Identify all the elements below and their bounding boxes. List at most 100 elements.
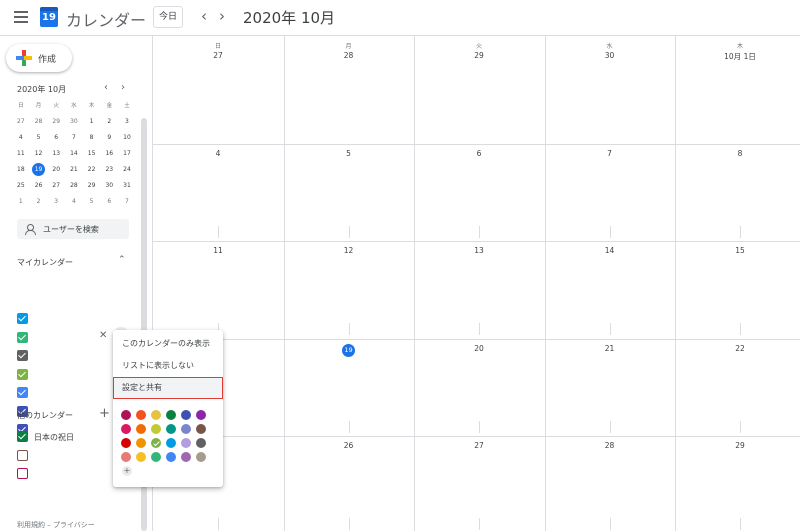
day-number[interactable]: 15 (675, 246, 800, 255)
day-number[interactable]: 13 (414, 246, 544, 255)
day-number[interactable]: 5 (284, 149, 414, 158)
other-calendars-title[interactable]: 他のカレンダー (17, 410, 73, 421)
mini-day[interactable]: 14 (65, 146, 83, 162)
color-swatch[interactable] (121, 410, 131, 420)
mini-day[interactable]: 29 (83, 178, 101, 194)
mini-day[interactable]: 5 (30, 130, 48, 146)
day-number[interactable]: 19 (284, 344, 414, 357)
color-swatch[interactable] (136, 410, 146, 420)
day-number[interactable]: 30 (545, 51, 675, 60)
day-number[interactable]: 12 (284, 246, 414, 255)
color-swatch[interactable] (181, 438, 191, 448)
day-number[interactable]: 20 (414, 344, 544, 353)
chevron-right-icon[interactable]: › (215, 7, 229, 25)
day-number[interactable]: 7 (545, 149, 675, 158)
calendar-checkbox[interactable] (17, 387, 28, 398)
day-number[interactable]: 27 (153, 51, 283, 60)
mini-day[interactable]: 15 (83, 146, 101, 162)
mini-prev-icon[interactable]: ‹ (104, 82, 108, 93)
people-search[interactable]: ユーザーを検索 (17, 219, 129, 239)
mini-day[interactable]: 26 (30, 178, 48, 194)
my-calendars-title[interactable]: マイカレンダー (17, 257, 73, 268)
day-number[interactable]: 10月 1日 (675, 51, 800, 62)
day-number[interactable]: 6 (414, 149, 544, 158)
color-swatch[interactable] (151, 438, 161, 448)
menu-item-hide-from-list[interactable]: リストに表示しない (113, 355, 223, 377)
day-number[interactable]: 29 (675, 441, 800, 450)
today-button[interactable]: 今日 (153, 6, 183, 28)
day-number[interactable]: 29 (414, 51, 544, 60)
mini-day[interactable]: 2 (30, 194, 48, 210)
mini-day[interactable]: 28 (65, 178, 83, 194)
mini-day[interactable]: 13 (47, 146, 65, 162)
mini-next-icon[interactable]: › (121, 82, 125, 93)
calendar-checkbox[interactable] (17, 313, 28, 324)
mini-day[interactable]: 1 (12, 194, 30, 210)
mini-day[interactable]: 24 (118, 162, 136, 178)
mini-day[interactable]: 30 (65, 114, 83, 130)
mini-day[interactable]: 4 (12, 130, 30, 146)
mini-day[interactable]: 23 (100, 162, 118, 178)
calendar-checkbox[interactable] (17, 350, 28, 361)
mini-day[interactable]: 3 (47, 194, 65, 210)
color-swatch[interactable] (196, 438, 206, 448)
mini-day[interactable]: 22 (83, 162, 101, 178)
calendar-checkbox[interactable] (17, 368, 28, 380)
day-number[interactable]: 28 (284, 51, 414, 60)
mini-day[interactable]: 28 (30, 114, 48, 130)
calendar-checkbox[interactable] (17, 431, 28, 442)
mini-day[interactable]: 6 (100, 194, 118, 210)
color-swatch[interactable] (196, 452, 206, 462)
mini-day[interactable]: 21 (65, 162, 83, 178)
day-number[interactable]: 11 (153, 246, 283, 255)
color-swatch[interactable] (181, 424, 191, 434)
day-number[interactable]: 26 (284, 441, 414, 450)
footer-links[interactable]: 利用規約 – プライバシー (17, 520, 95, 530)
mini-day[interactable]: 3 (118, 114, 136, 130)
mini-day[interactable]: 4 (65, 194, 83, 210)
mini-day[interactable]: 18 (12, 162, 30, 178)
day-number[interactable]: 14 (545, 246, 675, 255)
color-swatch[interactable] (136, 438, 146, 448)
mini-day[interactable]: 7 (65, 130, 83, 146)
mini-day[interactable]: 5 (83, 194, 101, 210)
mini-day[interactable]: 16 (100, 146, 118, 162)
color-swatch[interactable] (181, 410, 191, 420)
mini-day[interactable]: 30 (100, 178, 118, 194)
color-swatch[interactable] (136, 452, 146, 462)
color-swatch[interactable] (121, 438, 131, 448)
create-button[interactable]: 作成 (6, 44, 72, 72)
color-swatch[interactable] (136, 424, 146, 434)
menu-item-settings-and-sharing[interactable]: 設定と共有 (113, 377, 223, 399)
mini-day[interactable]: 1 (83, 114, 101, 130)
color-swatch[interactable] (151, 410, 161, 420)
mini-day[interactable]: 6 (47, 130, 65, 146)
day-number[interactable]: 27 (414, 441, 544, 450)
color-swatch[interactable] (121, 424, 131, 434)
color-swatch[interactable] (166, 410, 176, 420)
main-menu-icon[interactable] (14, 11, 28, 23)
color-swatch[interactable] (196, 410, 206, 420)
mini-day[interactable]: 31 (118, 178, 136, 194)
mini-day[interactable]: 17 (118, 146, 136, 162)
color-swatch[interactable] (166, 438, 176, 448)
day-number[interactable]: 28 (545, 441, 675, 450)
mini-day[interactable]: 12 (30, 146, 48, 162)
mini-day[interactable]: 27 (47, 178, 65, 194)
mini-day[interactable]: 8 (83, 130, 101, 146)
color-swatch[interactable] (121, 452, 131, 462)
mini-day[interactable]: 9 (100, 130, 118, 146)
chevron-left-icon[interactable]: ‹ (197, 7, 211, 25)
mini-day[interactable]: 19 (30, 162, 48, 178)
color-swatch[interactable] (151, 424, 161, 434)
mini-day[interactable]: 25 (12, 178, 30, 194)
chevron-up-icon[interactable]: ⌃ (118, 255, 126, 265)
calendar-checkbox[interactable] (17, 449, 28, 461)
calendar-checkbox[interactable] (17, 468, 28, 479)
day-number[interactable]: 4 (153, 149, 283, 158)
mini-day[interactable]: 7 (118, 194, 136, 210)
color-swatch[interactable] (181, 452, 191, 462)
mini-day[interactable]: 2 (100, 114, 118, 130)
day-number[interactable]: 22 (675, 344, 800, 353)
day-number[interactable]: 8 (675, 149, 800, 158)
